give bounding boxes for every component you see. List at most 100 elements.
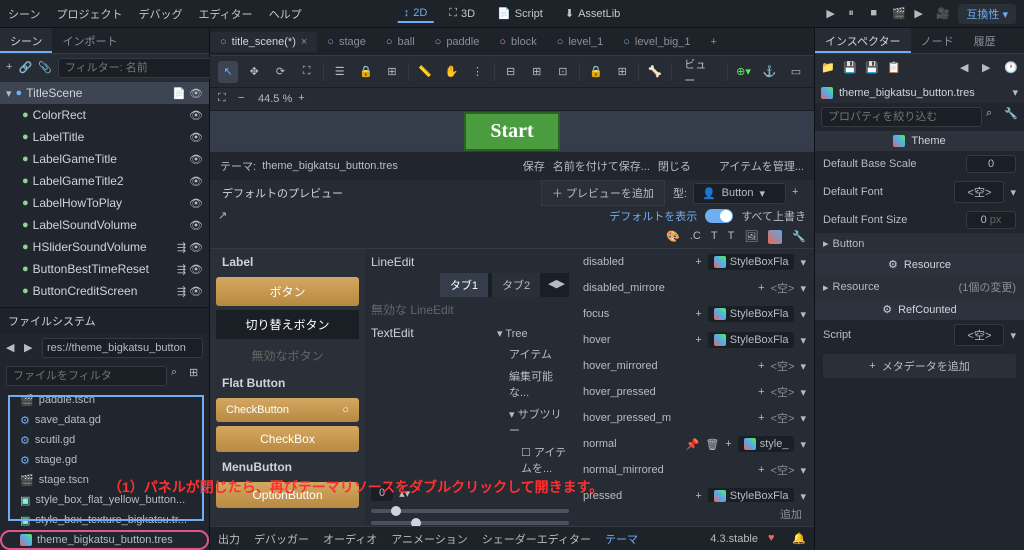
menu-editor[interactable]: エディター xyxy=(198,6,252,22)
fold-resource[interactable]: ▸Resource(1個の変更) xyxy=(815,275,1024,299)
theme-prop-normal[interactable]: normal📌🗑+style_▾ xyxy=(575,431,814,457)
link-icon[interactable]: 🔗 xyxy=(18,61,32,75)
bottom-audio[interactable]: オーディオ xyxy=(323,531,377,547)
scene-node-ButtonCreditScreen[interactable]: ●ButtonCreditScreen⇶👁 xyxy=(0,280,209,302)
rotate-tool-icon[interactable]: ⟳ xyxy=(270,61,290,83)
insp-save-icon[interactable]: 💾 xyxy=(843,61,857,75)
editor-tab-paddle[interactable]: ○paddle xyxy=(425,32,490,52)
editor-tab-ball[interactable]: ○ball xyxy=(376,32,425,52)
tab-history[interactable]: 履歴 xyxy=(964,28,1006,53)
override-all-button[interactable]: すべて上書き xyxy=(741,208,806,224)
slider2[interactable] xyxy=(371,521,569,525)
zoom-out-icon[interactable]: − xyxy=(238,92,252,106)
preview-checkbox[interactable]: CheckBox xyxy=(216,426,359,452)
preview-tab2[interactable]: タブ2 xyxy=(492,273,540,297)
snap-tool-icon[interactable]: ⊟ xyxy=(500,61,520,83)
inspector-resource-name[interactable]: theme_bigkatsu_button.tres xyxy=(839,87,1006,99)
prop-font-value[interactable]: <空> xyxy=(954,181,1004,203)
bottom-shader[interactable]: シェーダーエディター xyxy=(482,531,591,547)
add-preview-button[interactable]: ＋ プレビューを追加 xyxy=(541,180,665,206)
theme-prop-focus[interactable]: focus+StyleBoxFla▾ xyxy=(575,301,814,327)
scene-filter-input[interactable] xyxy=(58,58,214,78)
bottom-theme[interactable]: テーマ xyxy=(605,531,638,547)
tab-node[interactable]: ノード xyxy=(911,28,964,53)
fontsize-cat-icon[interactable]: T xyxy=(728,230,735,244)
insp-open-icon[interactable]: 📁 xyxy=(821,61,835,75)
file-style_box_texture_bigkatsu.tr...[interactable]: ▣style_box_texture_bigkatsu.tr... xyxy=(0,510,209,530)
preview-flat-button[interactable]: Flat Button xyxy=(210,370,365,396)
type-add-icon[interactable]: + xyxy=(792,186,806,200)
menu-scene[interactable]: シーン xyxy=(8,6,40,22)
add-metadata-button[interactable]: + メタデータを追加 xyxy=(823,354,1016,378)
play-scene-icon[interactable]: 🎬 xyxy=(892,7,906,21)
play-icon[interactable]: ▶ xyxy=(826,7,840,21)
fs-search-icon[interactable]: ⌕ xyxy=(171,366,185,380)
insp-copy-icon[interactable]: 📋 xyxy=(887,61,901,75)
play-custom-icon[interactable]: ▶ xyxy=(914,7,928,21)
preview-toggle-button[interactable]: 切り替えボタン xyxy=(216,310,359,339)
renderer-select[interactable]: 互換性 ▾ xyxy=(958,4,1016,24)
theme-prop-disabled[interactable]: disabled+StyleBoxFla▾ xyxy=(575,249,814,275)
tree-item2[interactable]: ☐ アイテムを... xyxy=(481,441,569,479)
mode-assetlib[interactable]: ⬇ AssetLib xyxy=(559,5,626,23)
insp-fwd-icon[interactable]: ▶ xyxy=(982,61,996,75)
editor-tab-title_scene(*)[interactable]: ○title_scene(*)× xyxy=(210,32,317,52)
theme-save-button[interactable]: 保存 xyxy=(523,158,545,174)
editor-tab-add[interactable]: + xyxy=(701,32,727,52)
editor-tab-level_big_1[interactable]: ○level_big_1 xyxy=(613,32,700,52)
theme-prop-normal_mirrored[interactable]: normal_mirrored+<空>▾ xyxy=(575,457,814,483)
heart-icon[interactable]: ♥ xyxy=(768,532,782,546)
group-tool-icon[interactable]: ⊞ xyxy=(382,61,402,83)
move-tool-icon[interactable]: ✥ xyxy=(244,61,264,83)
prop-base-scale-value[interactable]: 0 xyxy=(966,155,1016,173)
file-scutil.gd[interactable]: ⚙scutil.gd xyxy=(0,430,209,450)
tab-scene[interactable]: シーン xyxy=(0,28,52,53)
scene-node-TitleScene[interactable]: ▾ ●TitleScene📄👁 xyxy=(0,82,209,104)
editor-tab-level_1[interactable]: ○level_1 xyxy=(547,32,614,52)
tree-editable[interactable]: 編集可能な... xyxy=(481,365,569,403)
prop-script-dd[interactable]: ▾ xyxy=(1010,329,1016,342)
fs-back-icon[interactable]: ◀ xyxy=(6,341,20,355)
preview-lineedit[interactable]: LineEdit xyxy=(371,255,569,269)
const-cat-icon[interactable]: .C xyxy=(690,230,701,244)
preview-checkbutton[interactable]: CheckButton○ xyxy=(216,398,359,422)
rect-icon[interactable]: ▭ xyxy=(786,61,806,83)
inspector-filter-input[interactable] xyxy=(821,107,982,127)
bottom-debugger[interactable]: デバッガー xyxy=(254,531,309,547)
tree-item[interactable]: アイテム xyxy=(481,343,569,365)
scene-node-LabelGameTitle[interactable]: ●LabelGameTitle👁 xyxy=(0,148,209,170)
tools-cat-icon[interactable]: 🔧 xyxy=(792,230,806,244)
smart-snap-icon[interactable]: ⊡ xyxy=(553,61,573,83)
scene-node-ColorRect[interactable]: ●ColorRect👁 xyxy=(0,104,209,126)
bottom-anim[interactable]: アニメーション xyxy=(391,531,468,547)
dots-tool-icon[interactable]: ⋮ xyxy=(467,61,487,83)
stop-icon[interactable]: ■ xyxy=(870,7,884,21)
file-save_data.gd[interactable]: ⚙save_data.gd xyxy=(0,410,209,430)
prop-font-size-value[interactable]: 0 px xyxy=(966,211,1016,229)
file-theme_bigkatsu_button.tres[interactable]: theme_bigkatsu_button.tres xyxy=(0,530,209,550)
scene-node-LabelHowToPlay[interactable]: ●LabelHowToPlay👁 xyxy=(0,192,209,214)
fs-fwd-icon[interactable]: ▶ xyxy=(24,341,38,355)
file-list[interactable]: 🎬paddle.tscn⚙save_data.gd⚙scutil.gd⚙stag… xyxy=(0,390,209,550)
add-prop-button[interactable]: 追加 xyxy=(575,502,814,526)
fold-button[interactable]: ▸Button xyxy=(815,233,1024,254)
theme-prop-hover_mirrored[interactable]: hover_mirrored+<空>▾ xyxy=(575,353,814,379)
list-tool-icon[interactable]: ☰ xyxy=(330,61,350,83)
insp-back-icon[interactable]: ◀ xyxy=(960,61,974,75)
color-cat-icon[interactable]: 🎨 xyxy=(666,230,680,244)
menu-help[interactable]: ヘルプ xyxy=(269,6,302,22)
pause-icon[interactable]: ⏸ xyxy=(848,7,862,21)
editor-tab-block[interactable]: ○block xyxy=(489,32,546,52)
scene-node-ButtonBestTimeReset[interactable]: ●ButtonBestTimeReset⇶👁 xyxy=(0,258,209,280)
tree-subtree[interactable]: ▾ サブツリー xyxy=(481,403,569,441)
pan-tool-icon[interactable]: ✋ xyxy=(441,61,461,83)
zoom-in-icon[interactable]: + xyxy=(298,92,312,106)
viewport-2d[interactable]: Start xyxy=(210,111,814,151)
default-preview-tab[interactable]: デフォルトのプレビュー xyxy=(210,180,355,206)
preview-button[interactable]: ボタン xyxy=(216,277,359,306)
theme-prop-hover_pressed_m[interactable]: hover_pressed_m+<空>▾ xyxy=(575,405,814,431)
zoom-value[interactable]: 44.5 % xyxy=(258,93,292,105)
anchor-icon[interactable]: ⚓ xyxy=(760,61,780,83)
fs-filter-input[interactable] xyxy=(6,366,167,386)
theme-manage-button[interactable]: アイテムを管理... xyxy=(719,158,804,174)
